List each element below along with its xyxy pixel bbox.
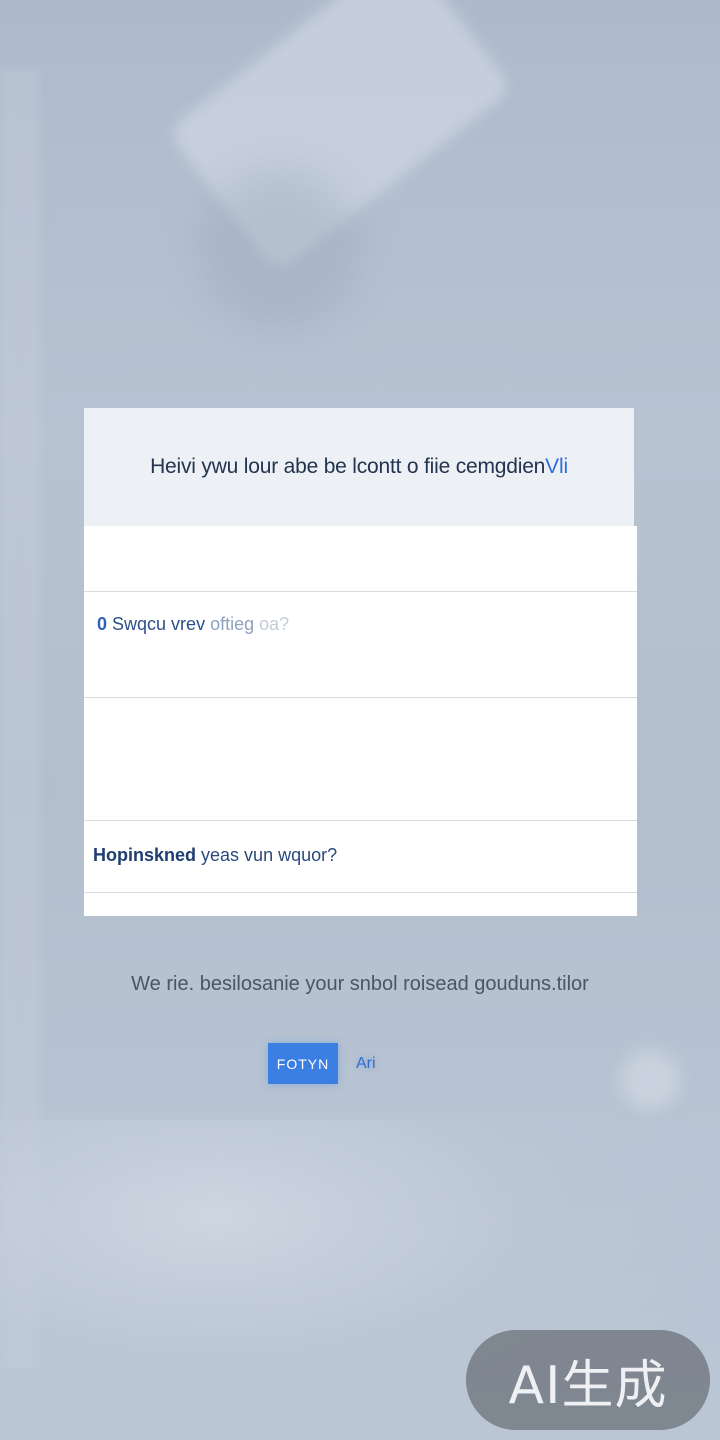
description-text: We rie. besilosanie your snbol roisead g…: [131, 973, 589, 995]
background-blur-shape: [200, 170, 360, 330]
option-hint: oftieg: [210, 614, 255, 634]
option-row-empty: [84, 893, 637, 916]
primary-button[interactable]: FOTYN: [268, 1043, 338, 1084]
action-buttons: FOTYN Ari: [268, 1043, 376, 1084]
question-label-rest: yeas vun wquor?: [201, 845, 338, 865]
option-row[interactable]: 0 Swqcu vrev oftieg oa?: [84, 592, 637, 698]
option-number: 0: [97, 614, 108, 634]
option-text: 0 Swqcu vrev oftieg oa?: [97, 614, 289, 635]
option-label: Swqcu vrev: [112, 614, 206, 634]
background-blur-shape: [166, 0, 514, 274]
dialog-header: Heivi ywu lour abe be lcontt o fiie cemg…: [84, 408, 634, 526]
option-row-empty[interactable]: [84, 526, 637, 592]
background-blur-shape: [0, 70, 40, 1370]
background-blur-shape: [620, 1050, 680, 1110]
dialog-card: Heivi ywu lour abe be lcontt o fiie cemg…: [84, 408, 637, 916]
dialog-title-text: Heivi ywu lour abe be lcontt o fiie cemg…: [150, 455, 546, 478]
option-hint-extra: oa?: [259, 614, 290, 634]
dialog-title-accent: Vli: [545, 455, 568, 478]
question-text: Hopinskned yeas vun wquor?: [93, 845, 337, 866]
dialog-title: Heivi ywu lour abe be lcontt o fiie cemg…: [150, 455, 568, 479]
secondary-button[interactable]: Ari: [356, 1055, 376, 1073]
question-row[interactable]: Hopinskned yeas vun wquor?: [84, 821, 637, 893]
ai-generated-watermark: AI生成: [466, 1330, 710, 1430]
question-label: Hopinskned: [93, 845, 197, 865]
dialog-body: 0 Swqcu vrev oftieg oa? Hopinskned yeas …: [84, 526, 637, 916]
option-row-empty[interactable]: [84, 698, 637, 821]
